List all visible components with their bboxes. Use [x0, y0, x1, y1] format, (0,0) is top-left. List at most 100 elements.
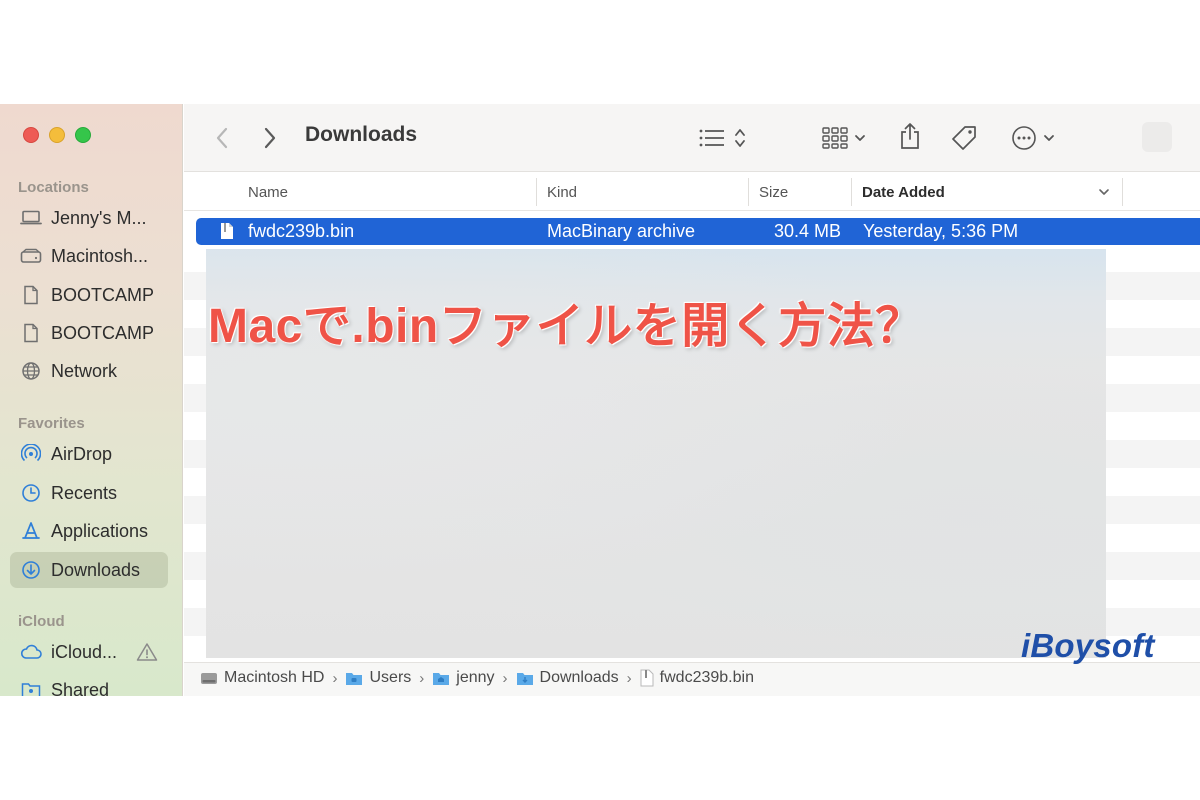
- file-name: fwdc239b.bin: [248, 221, 355, 241]
- breadcrumb-label: jenny: [456, 669, 495, 686]
- breadcrumb-users[interactable]: Users: [345, 669, 411, 687]
- back-button[interactable]: [210, 124, 234, 152]
- breadcrumb-downloads[interactable]: Downloads: [516, 669, 619, 687]
- breadcrumb-label: Macintosh HD: [224, 669, 325, 686]
- column-name[interactable]: Name: [248, 173, 288, 211]
- window-title: Downloads: [305, 123, 418, 146]
- column-header: Name Kind Size Date Added: [184, 173, 1200, 211]
- forward-chevron-icon: [264, 127, 276, 149]
- column-separator[interactable]: [851, 178, 852, 206]
- back-chevron-icon: [216, 127, 228, 149]
- grid-view-icon: [822, 127, 848, 149]
- cloud-icon: [20, 641, 42, 663]
- sidebar-item-applications[interactable]: Applications: [10, 513, 168, 549]
- tag-icon: [952, 126, 976, 150]
- sidebar-item-icloud-drive[interactable]: iCloud...: [10, 634, 168, 670]
- sidebar-section-icloud: iCloud: [18, 613, 65, 630]
- sidebar-item-label: BOOTCAMP: [51, 284, 155, 305]
- sort-updown-icon: [735, 129, 745, 147]
- sort-indicator[interactable]: [1098, 173, 1110, 211]
- more-icon: [1012, 126, 1036, 150]
- file-kind: MacBinary archive: [547, 221, 696, 241]
- document-icon: [20, 322, 42, 344]
- breadcrumb-label: Downloads: [539, 669, 619, 686]
- file-icon: [640, 669, 654, 687]
- sidebar-item-label: Jenny's M...: [51, 207, 147, 228]
- close-button[interactable]: [23, 127, 39, 143]
- sidebar-item-label: Applications: [51, 520, 149, 541]
- chevron-right-icon: ›: [502, 669, 508, 687]
- folder-icon: [345, 671, 363, 686]
- clock-icon: [20, 482, 42, 504]
- chevron-down-icon: [855, 135, 865, 141]
- chevron-right-icon: ›: [332, 669, 338, 687]
- document-icon: [20, 284, 42, 306]
- home-folder-icon: [432, 671, 450, 686]
- chevron-down-icon: [1044, 135, 1054, 141]
- globe-icon: [20, 360, 42, 382]
- chevron-down-icon: [1099, 189, 1109, 195]
- warning-icon: [136, 642, 158, 667]
- breadcrumb: Macintosh HD › Users › jenny › Downloads…: [200, 669, 754, 687]
- sidebar-item-label: AirDrop: [51, 443, 113, 464]
- iboysoft-logo: iBoysoft: [1021, 627, 1155, 664]
- column-separator[interactable]: [748, 178, 749, 206]
- headline-banner: Macで.binファイルを開く方法？: [208, 300, 924, 353]
- sidebar-item-label: Recents: [51, 482, 118, 503]
- file-date-added: Yesterday, 5:36 PM: [863, 221, 1019, 241]
- sidebar-item-label: Shared: [51, 679, 110, 697]
- list-view-icon: [699, 129, 724, 147]
- chevron-right-icon: ›: [626, 669, 632, 687]
- breadcrumb-label: Users: [369, 669, 412, 686]
- share-button[interactable]: [896, 120, 924, 152]
- sidebar-item-shared[interactable]: Shared: [10, 672, 168, 696]
- sidebar-item-label: Downloads: [51, 559, 141, 580]
- sidebar-item-macintosh-hd[interactable]: Macintosh...: [10, 238, 168, 274]
- toolbar: Downloads: [184, 104, 1200, 172]
- sidebar-item-network[interactable]: Network: [10, 353, 168, 389]
- list-view-button[interactable]: [695, 124, 751, 152]
- airdrop-icon: [20, 443, 42, 465]
- search-button[interactable]: [1142, 122, 1172, 152]
- breadcrumb-macintosh-hd[interactable]: Macintosh HD: [200, 669, 324, 687]
- column-size[interactable]: Size: [759, 173, 788, 211]
- chevron-right-icon: ›: [419, 669, 425, 687]
- share-icon: [901, 123, 919, 149]
- zoom-button[interactable]: [75, 127, 91, 143]
- laptop-icon: [20, 207, 42, 229]
- forward-button[interactable]: [258, 124, 282, 152]
- hard-drive-icon: [20, 245, 42, 267]
- download-icon: [20, 559, 42, 581]
- hard-drive-icon: [200, 670, 218, 686]
- column-date-added[interactable]: Date Added: [862, 173, 945, 211]
- breadcrumb-label: fwdc239b.bin: [659, 669, 754, 686]
- more-actions-button[interactable]: [1008, 124, 1058, 152]
- column-separator[interactable]: [1122, 178, 1123, 206]
- table-row[interactable]: fwdc239b.bin MacBinary archive 30.4 MB Y…: [196, 218, 1200, 245]
- tag-button[interactable]: [948, 122, 980, 154]
- sidebar-item-label: Network: [51, 360, 118, 381]
- file-icon: [220, 222, 234, 245]
- sidebar-section-locations: Locations: [18, 179, 89, 196]
- sidebar-section-favorites: Favorites: [18, 415, 85, 432]
- sidebar-item-downloads[interactable]: Downloads: [10, 552, 168, 588]
- sidebar: Locations Jenny's M... Macintosh... BOOT…: [0, 104, 183, 696]
- sidebar-item-label: Macintosh...: [51, 245, 149, 266]
- path-bar: Macintosh HD › Users › jenny › Downloads…: [184, 662, 1200, 696]
- sidebar-item-airdrop[interactable]: AirDrop: [10, 436, 168, 472]
- sidebar-item-bootcamp-1[interactable]: BOOTCAMP: [10, 277, 168, 313]
- sidebar-item-recents[interactable]: Recents: [10, 475, 168, 511]
- breadcrumb-file[interactable]: fwdc239b.bin: [640, 669, 754, 687]
- sidebar-item-label: BOOTCAMP: [51, 322, 155, 343]
- window-controls: [23, 127, 91, 143]
- breadcrumb-jenny[interactable]: jenny: [432, 669, 495, 687]
- group-view-button[interactable]: [818, 124, 870, 152]
- file-size: 30.4 MB: [774, 221, 842, 241]
- column-kind[interactable]: Kind: [547, 173, 577, 211]
- sidebar-item-label: iCloud...: [51, 641, 118, 662]
- sidebar-item-jennys-mac[interactable]: Jenny's M...: [10, 200, 168, 236]
- sidebar-item-bootcamp-2[interactable]: BOOTCAMP: [10, 315, 168, 351]
- folder-icon: [516, 671, 534, 686]
- column-separator[interactable]: [536, 178, 537, 206]
- minimize-button[interactable]: [49, 127, 65, 143]
